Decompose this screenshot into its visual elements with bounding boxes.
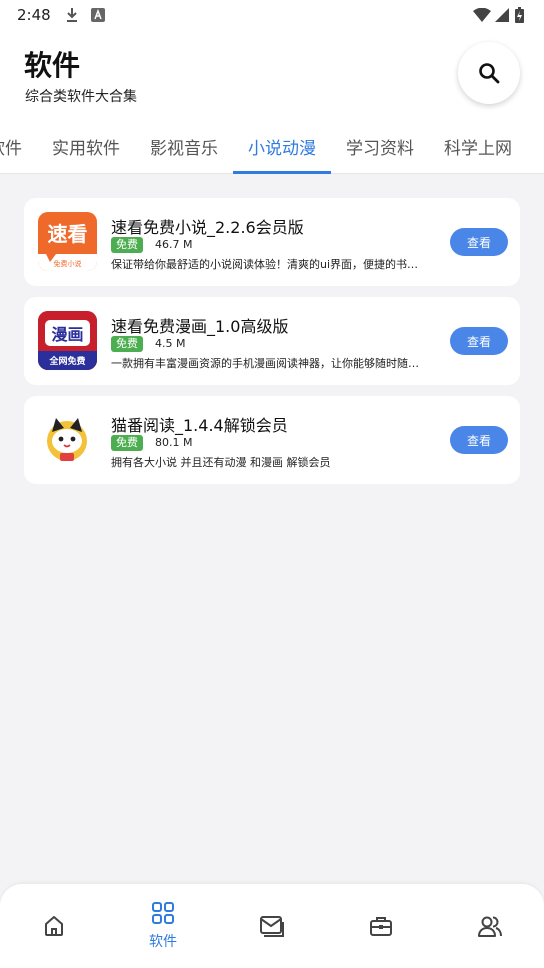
nav-profile[interactable]	[436, 884, 544, 968]
nav-software[interactable]: 软件	[109, 884, 217, 968]
tab-novel-anime[interactable]: 小说动漫	[233, 130, 331, 174]
free-badge: 免费	[111, 435, 143, 451]
app-description: 一款拥有丰富漫画资源的手机漫画阅读神器，让你能够随时随…	[111, 357, 419, 370]
view-button[interactable]: 查看	[450, 228, 508, 256]
app-card[interactable]: 猫番阅读_1.4.4解锁会员 免费 80.1 M 拥有各大小说 并且还有动漫 和…	[24, 396, 520, 484]
view-button[interactable]: 查看	[450, 426, 508, 454]
download-icon	[64, 7, 80, 23]
suka-comic-icon-text: 漫画	[51, 325, 83, 344]
app-size: 4.5 M	[155, 337, 186, 350]
search-icon	[479, 63, 500, 84]
view-button[interactable]: 查看	[450, 327, 508, 355]
free-badge: 免费	[111, 237, 143, 253]
app-card[interactable]: 漫画 全网免费 速看免费漫画_1.0高级版 免费 4.5 M 一款拥有丰富漫画资…	[24, 297, 520, 385]
tab-video-music[interactable]: 影视音乐	[135, 130, 233, 174]
page-subtitle: 综合类软件大合集	[25, 89, 137, 105]
app-size: 46.7 M	[155, 238, 193, 251]
status-time: 2:48	[17, 6, 51, 24]
home-icon	[45, 916, 63, 936]
app-size: 80.1 M	[155, 436, 193, 449]
suka-novel-icon-text: 速看	[48, 222, 88, 246]
tab-study[interactable]: 学习资料	[331, 130, 429, 174]
toolbox-icon	[370, 917, 392, 936]
app-card[interactable]: 速看 免费小说 速看免费小说_2.2.6会员版 免费 46.7 M 保证带给你最…	[24, 198, 520, 286]
suka-novel-icon: 速看 免费小说	[38, 212, 97, 271]
app-name: 速看免费漫画_1.0高级版	[111, 317, 289, 336]
tab-software[interactable]: 软件	[0, 130, 37, 174]
maofan-cat-icon	[38, 410, 97, 469]
nav-software-label: 软件	[149, 934, 177, 950]
wifi-icon	[472, 7, 492, 23]
top-bar: 2:48 软件 综合类软件大合集 软件实用软件影视音乐小说动漫学习资料科学上网	[0, 0, 544, 174]
users-icon	[478, 916, 502, 937]
free-badge: 免费	[111, 336, 143, 352]
status-bar: 2:48	[0, 0, 544, 30]
mail-icon	[260, 916, 284, 937]
app-name: 猫番阅读_1.4.4解锁会员	[111, 416, 288, 435]
nav-messages[interactable]	[218, 884, 326, 968]
grid-icon	[152, 902, 174, 924]
search-button[interactable]	[458, 42, 520, 104]
nav-toolbox[interactable]	[327, 884, 435, 968]
tab-vpn[interactable]: 科学上网	[429, 130, 527, 174]
suka-comic-icon: 漫画 全网免费	[38, 311, 97, 370]
app-name: 速看免费小说_2.2.6会员版	[111, 218, 304, 237]
app-description: 拥有各大小说 并且还有动漫 和漫画 解锁会员	[111, 456, 331, 469]
page-title: 软件	[24, 49, 81, 82]
app-description: 保证带给你最舒适的小说阅读体验！清爽的ui界面，便捷的书…	[111, 258, 419, 271]
signal-icon	[494, 7, 510, 23]
battery-icon	[514, 7, 524, 23]
nav-home[interactable]	[0, 884, 108, 968]
app-notification-icon	[90, 7, 106, 23]
category-tabs: 软件实用软件影视音乐小说动漫学习资料科学上网	[0, 130, 527, 174]
tab-utilities[interactable]: 实用软件	[37, 130, 135, 174]
bottom-nav: 软件	[0, 884, 544, 968]
suka-novel-icon-subtext: 免费小说	[54, 259, 82, 268]
suka-comic-icon-subtext: 全网免费	[48, 355, 85, 367]
